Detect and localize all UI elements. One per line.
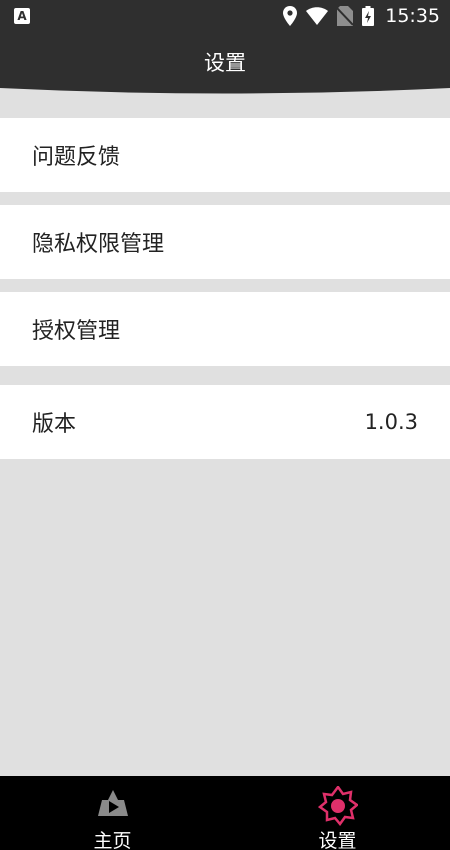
settings-item-label: 问题反馈	[32, 145, 121, 170]
settings-item-privacy-permissions[interactable]: 隐私权限管理	[0, 205, 450, 279]
settings-item-feedback[interactable]: 问题反馈	[0, 118, 450, 192]
status-time: 15:35	[385, 5, 440, 27]
settings-item-authorization[interactable]: 授权管理	[0, 292, 450, 366]
settings-item-version[interactable]: 版本 1.0.3	[0, 385, 450, 459]
gear-icon	[317, 784, 359, 830]
app-header: 设置	[0, 32, 450, 96]
settings-item-label: 授权管理	[32, 319, 121, 344]
page-title: 设置	[204, 51, 246, 75]
tab-home[interactable]: 主页	[0, 776, 225, 850]
bottom-nav: 主页 设置	[0, 776, 450, 850]
no-sim-icon	[337, 6, 354, 26]
settings-item-label: 版本	[32, 412, 77, 437]
tab-home-label: 主页	[93, 830, 132, 850]
tab-settings-label: 设置	[318, 830, 357, 850]
battery-charging-icon	[362, 6, 375, 26]
status-indicators: 15:35	[283, 0, 440, 32]
app-notification-icon: A	[14, 8, 30, 24]
settings-item-label: 隐私权限管理	[32, 232, 165, 257]
tab-settings[interactable]: 设置	[225, 776, 450, 850]
wifi-icon	[306, 7, 329, 25]
status-bar: A 15:35	[0, 0, 450, 32]
version-value: 1.0.3	[364, 410, 418, 434]
location-icon	[283, 6, 298, 26]
home-play-icon	[96, 786, 130, 824]
